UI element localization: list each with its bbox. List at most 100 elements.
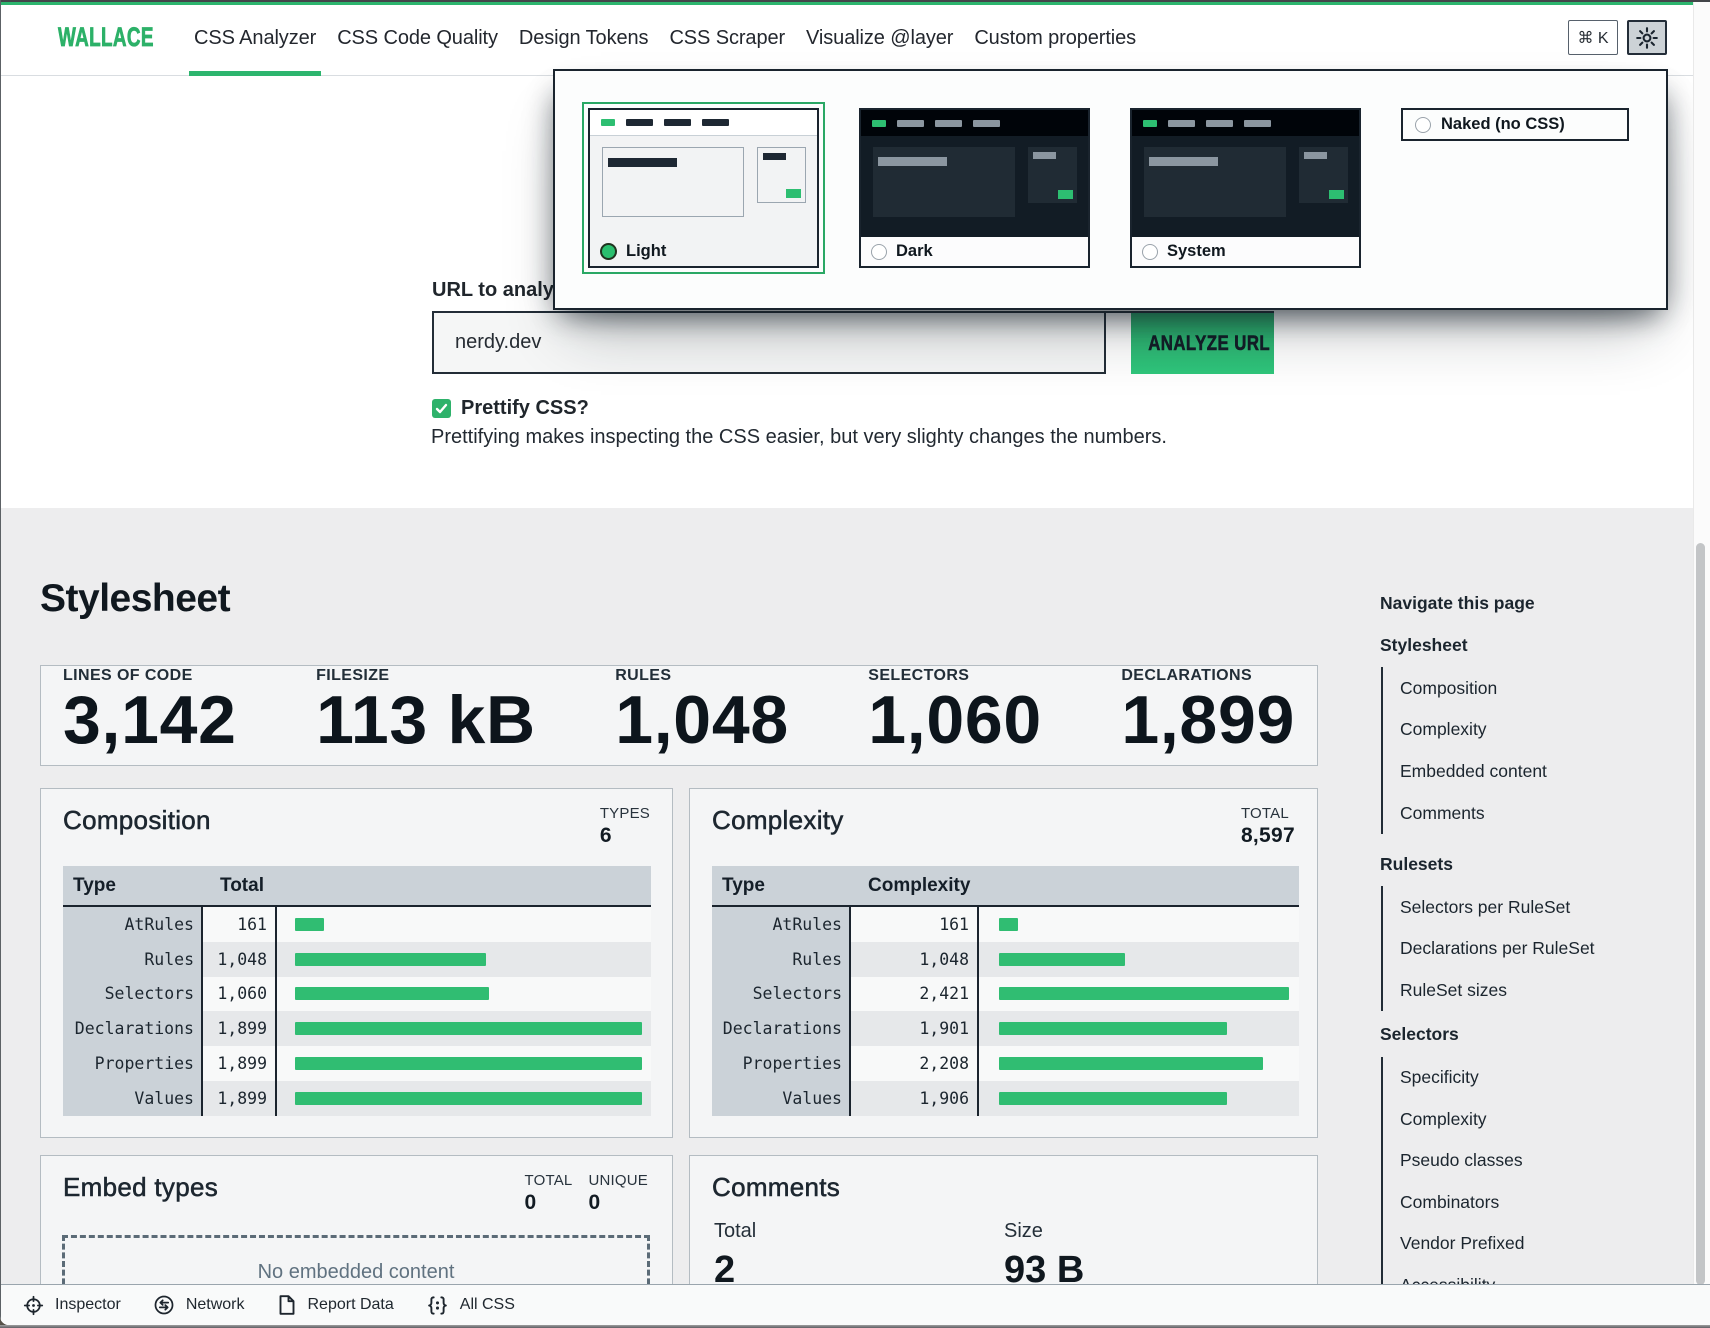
toc-link-pseudo-classes[interactable]: Pseudo classes <box>1383 1140 1690 1182</box>
complexity-kpi: TOTAL 8,597 <box>1241 805 1295 848</box>
kpi-value: 6 <box>600 824 650 848</box>
browser-window: WALLACE CSS Analyzer CSS Code Quality De… <box>0 0 1710 1325</box>
radio-dark[interactable] <box>871 244 887 260</box>
row-bar-cell <box>979 1046 1299 1081</box>
prettify-help-text: Prettifying makes inspecting the CSS eas… <box>431 426 1167 449</box>
nav-css-code-quality[interactable]: CSS Code Quality <box>337 3 498 74</box>
stat-lines-of-code: LINES OF CODE 3,142 <box>63 667 237 765</box>
value-bar <box>295 1022 642 1035</box>
url-input[interactable] <box>432 313 1106 374</box>
theme-label: Dark <box>896 242 933 261</box>
row-bar-cell <box>979 1011 1299 1046</box>
cstat-label: Size <box>1004 1220 1294 1243</box>
theme-option-system[interactable]: System <box>1130 108 1361 268</box>
mock-logo <box>1143 120 1157 127</box>
radio-system[interactable] <box>1142 244 1158 260</box>
theme-toggle-button[interactable] <box>1627 20 1667 55</box>
form-gap <box>1106 313 1131 374</box>
table-header-row: Type Total <box>63 866 651 907</box>
prettify-label[interactable]: Prettify CSS? <box>461 397 589 420</box>
page-scrollbar[interactable] <box>1693 2 1710 1325</box>
toc-link-composition[interactable]: Composition <box>1383 667 1690 709</box>
nav-custom-properties[interactable]: Custom properties <box>974 3 1136 74</box>
bottombar-report-data[interactable]: Report Data <box>277 1294 394 1316</box>
bottombar-all-css[interactable]: All CSS <box>426 1295 515 1316</box>
value-bar <box>999 953 1125 966</box>
row-type: Rules <box>63 942 203 977</box>
bottombar-label: All CSS <box>460 1296 515 1314</box>
row-value: 161 <box>203 907 277 942</box>
nav-label: Design Tokens <box>519 27 649 50</box>
nav-css-analyzer[interactable]: CSS Analyzer <box>194 3 316 74</box>
theme-picker-dropdown: Light Dark <box>553 69 1668 310</box>
toc-link-rulesets[interactable]: Rulesets <box>1380 844 1690 886</box>
toc-link-specificity[interactable]: Specificity <box>1383 1057 1690 1099</box>
stat-value: 1,048 <box>615 686 789 754</box>
toc-link-vendor-prefixed[interactable]: Vendor Prefixed <box>1383 1223 1690 1265</box>
row-type: Declarations <box>712 1011 851 1046</box>
wallace-logo[interactable]: WALLACE <box>58 22 123 53</box>
table-row: Selectors 2,421 <box>712 977 1299 1012</box>
window-frame-top <box>0 0 1710 2</box>
toc-link-stylesheet[interactable]: Stylesheet <box>1380 625 1690 667</box>
radio-light[interactable] <box>600 243 617 260</box>
mock-main-panel <box>1144 147 1286 217</box>
theme-option-naked[interactable]: Naked (no CSS) <box>1401 108 1629 141</box>
toc-group-stylesheet: Stylesheet Composition Complexity Embedd… <box>1380 625 1690 834</box>
cstat-label: Total <box>714 1220 1004 1243</box>
devtools-bottom-bar: Inspector Network Report Data All CSS <box>0 1284 1710 1325</box>
table-row: Rules 1,048 <box>712 942 1299 977</box>
mock-accent-rect <box>1058 190 1073 199</box>
row-bar-cell <box>979 1081 1299 1116</box>
toc-link-selectors-per-ruleset[interactable]: Selectors per RuleSet <box>1383 886 1690 928</box>
table-row: Rules 1,048 <box>63 942 651 977</box>
table-row: Values 1,899 <box>63 1081 651 1116</box>
complexity-panel: Complexity TOTAL 8,597 Type Complexity A… <box>689 788 1318 1138</box>
row-value: 1,899 <box>203 1011 277 1046</box>
row-bar-cell <box>979 907 1299 942</box>
analyze-url-button[interactable]: ANALYZE URL <box>1131 313 1274 374</box>
toc-link-selector-complexity[interactable]: Complexity <box>1383 1098 1690 1140</box>
toc-link-ruleset-sizes[interactable]: RuleSet sizes <box>1383 970 1690 1012</box>
toc-link-comments[interactable]: Comments <box>1383 792 1690 834</box>
scrollbar-thumb[interactable] <box>1696 543 1705 1285</box>
row-bar-cell <box>979 942 1299 977</box>
nav-label: Visualize @layer <box>806 27 953 50</box>
toc-link-complexity[interactable]: Complexity <box>1383 709 1690 751</box>
kpi-label: TOTAL <box>524 1172 572 1189</box>
toc-link-combinators[interactable]: Combinators <box>1383 1181 1690 1223</box>
table-row: Properties 2,208 <box>712 1046 1299 1081</box>
toc-link-declarations-per-ruleset[interactable]: Declarations per RuleSet <box>1383 928 1690 970</box>
embed-types-title: Embed types <box>63 1172 218 1203</box>
theme-option-footer: System <box>1132 237 1359 266</box>
toc-link-selectors[interactable]: Selectors <box>1380 1014 1690 1056</box>
toc-group-selectors: Selectors Specificity Complexity Pseudo … <box>1380 1014 1690 1306</box>
mock-nav-item <box>1168 120 1195 127</box>
stat-value: 1,060 <box>868 686 1042 754</box>
table-row: AtRules 161 <box>63 907 651 942</box>
document-icon <box>277 1294 297 1316</box>
column-header-complexity: Complexity <box>851 866 1299 905</box>
value-bar <box>295 1092 642 1105</box>
theme-option-light[interactable]: Light <box>588 108 819 268</box>
prettify-checkbox[interactable] <box>432 399 451 418</box>
theme-option-dark[interactable]: Dark <box>859 108 1090 268</box>
bottombar-label: Network <box>186 1296 245 1314</box>
nav-css-scraper[interactable]: CSS Scraper <box>669 3 785 74</box>
command-palette-button[interactable]: ⌘ K <box>1568 20 1618 55</box>
row-type: Selectors <box>712 977 851 1012</box>
nav-design-tokens[interactable]: Design Tokens <box>519 3 649 74</box>
theme-label: System <box>1167 242 1226 261</box>
bottombar-inspector[interactable]: Inspector <box>23 1295 121 1316</box>
radio-naked[interactable] <box>1415 117 1431 133</box>
window-frame-left <box>0 0 1 1325</box>
bottombar-network[interactable]: Network <box>153 1294 245 1316</box>
sun-icon <box>1635 26 1659 50</box>
nav-visualize-layer[interactable]: Visualize @layer <box>806 3 953 74</box>
row-type: AtRules <box>63 907 203 942</box>
value-bar <box>999 918 1018 931</box>
complexity-table: Type Complexity AtRules 161 Rules 1,048 <box>712 866 1299 1116</box>
row-type: Values <box>63 1081 203 1116</box>
stylesheet-stats-panel: LINES OF CODE 3,142 FILESIZE 113 kB RULE… <box>40 665 1318 766</box>
toc-link-embedded-content[interactable]: Embedded content <box>1383 751 1690 793</box>
